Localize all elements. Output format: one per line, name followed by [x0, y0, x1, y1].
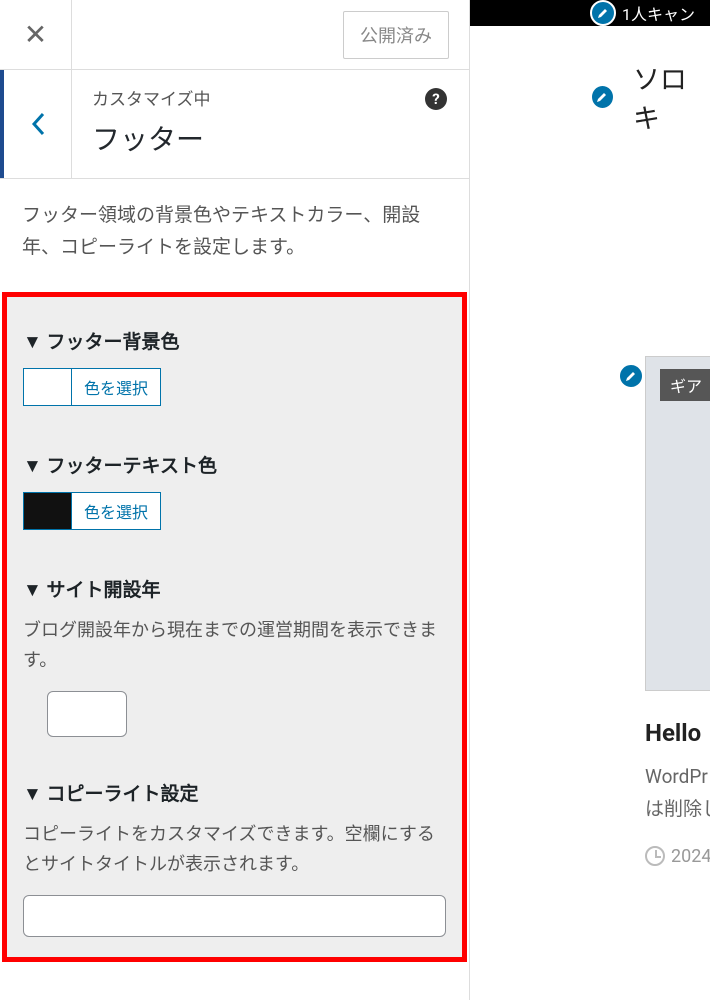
pencil-icon [596, 91, 608, 103]
pencil-icon [625, 370, 637, 382]
site-year-desc: ブログ開設年から現在までの運営期間を表示できます。 [23, 616, 446, 677]
close-icon: ✕ [24, 18, 47, 51]
customizer-panel: ✕ 公開済み カスタマイズ中 フッター ? フッター領域の背景色やテキストカラー… [0, 0, 470, 1000]
preview-pane: 1人キャン ソロキ ギア Hello WordPr は削除し 2024 [470, 0, 710, 1000]
preview-adminbar: 1人キャン [470, 0, 710, 26]
copyright-input[interactable] [23, 895, 446, 937]
publish-button[interactable]: 公開済み [343, 11, 449, 59]
controls-highlight: ▼ フッター背景色 色を選択 ▼ フッターテキスト色 色を選択 ▼ サイト開設年… [2, 292, 467, 962]
preview-site-heading: ソロキ [470, 26, 710, 136]
post-date-text: 2024 [671, 846, 710, 867]
post-title[interactable]: Hello [645, 719, 710, 747]
footer-bg-label: ▼ フッター背景色 [23, 327, 446, 354]
title-row: カスタマイズ中 フッター ? [0, 70, 469, 179]
post-thumbnail[interactable]: ギア [645, 356, 710, 691]
footer-text-button-label: 色を選択 [72, 493, 160, 529]
publish-area: 公開済み [72, 0, 469, 69]
control-copyright: ▼ コピーライト設定 コピーライトをカスタマイズできます。空欄にするとサイトタイ… [23, 779, 446, 937]
title-content: カスタマイズ中 フッター ? [72, 70, 469, 178]
control-footer-text: ▼ フッターテキスト色 色を選択 [23, 451, 446, 533]
footer-bg-button-label: 色を選択 [72, 369, 160, 405]
close-button[interactable]: ✕ [0, 0, 72, 69]
edit-shortcut-icon[interactable] [590, 0, 616, 26]
post-date: 2024 [645, 846, 710, 867]
post-category-tag[interactable]: ギア [660, 369, 710, 401]
edit-shortcut-icon[interactable] [618, 363, 644, 389]
pencil-icon [597, 7, 609, 19]
copyright-desc: コピーライトをカスタマイズできます。空欄にするとサイトタイトルが表示されます。 [23, 820, 446, 881]
adminbar-text: 1人キャン [622, 1, 695, 25]
section-title: フッター [92, 118, 449, 158]
preview-post-card: ギア Hello WordPr は削除し 2024 [645, 356, 710, 867]
color-swatch-white [24, 369, 72, 405]
site-year-input[interactable] [47, 691, 127, 737]
section-description: フッター領域の背景色やテキストカラー、開設年、コピーライトを設定します。 [0, 179, 469, 292]
control-footer-bg: ▼ フッター背景色 色を選択 [23, 327, 446, 409]
site-title[interactable]: ソロキ [633, 58, 710, 136]
customizing-label: カスタマイズ中 [92, 85, 449, 110]
help-icon[interactable]: ? [425, 88, 447, 110]
footer-bg-picker[interactable]: 色を選択 [23, 368, 161, 406]
clock-icon [645, 846, 665, 866]
edit-shortcut-icon[interactable] [590, 84, 615, 110]
color-swatch-black [24, 493, 72, 529]
copyright-label: ▼ コピーライト設定 [23, 779, 446, 806]
back-button[interactable] [0, 70, 72, 178]
panel-header: ✕ 公開済み [0, 0, 469, 70]
footer-text-picker[interactable]: 色を選択 [23, 492, 161, 530]
site-year-label: ▼ サイト開設年 [23, 575, 446, 602]
chevron-left-icon [31, 112, 45, 136]
post-excerpt: WordPr は削除し [645, 761, 710, 826]
control-site-year: ▼ サイト開設年 ブログ開設年から現在までの運営期間を表示できます。 [23, 575, 446, 737]
footer-text-label: ▼ フッターテキスト色 [23, 451, 446, 478]
